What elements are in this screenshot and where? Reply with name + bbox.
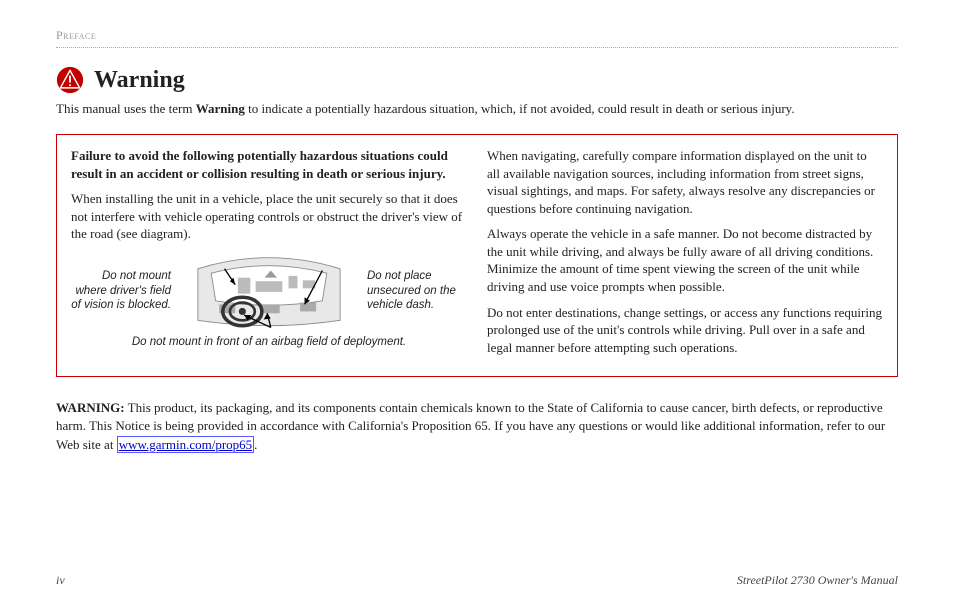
dashboard-diagram bbox=[177, 251, 361, 331]
prop65-label: WARNING: bbox=[56, 400, 125, 415]
safe-operate-paragraph: Always operate the vehicle in a safe man… bbox=[487, 225, 883, 295]
intro-text-pre: This manual uses the term bbox=[56, 101, 196, 116]
section-header: Preface bbox=[56, 28, 898, 48]
prop65-notice: WARNING: This product, its packaging, an… bbox=[56, 399, 898, 454]
warning-heading-row: Warning bbox=[56, 66, 898, 94]
warning-box: Failure to avoid the following potential… bbox=[56, 134, 898, 377]
warning-box-right-column: When navigating, carefully compare infor… bbox=[487, 147, 883, 364]
warning-title: Warning bbox=[94, 67, 185, 94]
page-footer: iv StreetPilot 2730 Owner's Manual bbox=[56, 573, 898, 588]
airbag-caption: Do not mount in front of an airbag field… bbox=[71, 335, 467, 351]
hazard-bold-paragraph: Failure to avoid the following potential… bbox=[71, 147, 467, 182]
intro-text-post: to indicate a potentially hazardous situ… bbox=[245, 101, 795, 116]
page-number: iv bbox=[56, 573, 65, 588]
nav-compare-paragraph: When navigating, carefully compare infor… bbox=[487, 147, 883, 217]
warning-box-left-column: Failure to avoid the following potential… bbox=[71, 147, 467, 364]
install-paragraph: When installing the unit in a vehicle, p… bbox=[71, 190, 467, 243]
warning-triangle-icon bbox=[56, 66, 84, 94]
callout-right: Do not place unsecured on the vehicle da… bbox=[367, 269, 467, 312]
warning-intro: This manual uses the term Warning to ind… bbox=[56, 100, 898, 118]
prop65-link[interactable]: www.garmin.com/prop65 bbox=[117, 436, 254, 453]
intro-text-bold: Warning bbox=[196, 101, 245, 116]
prop65-text-post: . bbox=[254, 437, 257, 452]
no-input-driving-paragraph: Do not enter destinations, change settin… bbox=[487, 304, 883, 357]
callout-left: Do not mount where driver's field of vis… bbox=[71, 269, 171, 312]
mounting-diagram-block: Do not mount where driver's field of vis… bbox=[71, 251, 467, 331]
doc-title: StreetPilot 2730 Owner's Manual bbox=[737, 573, 898, 588]
